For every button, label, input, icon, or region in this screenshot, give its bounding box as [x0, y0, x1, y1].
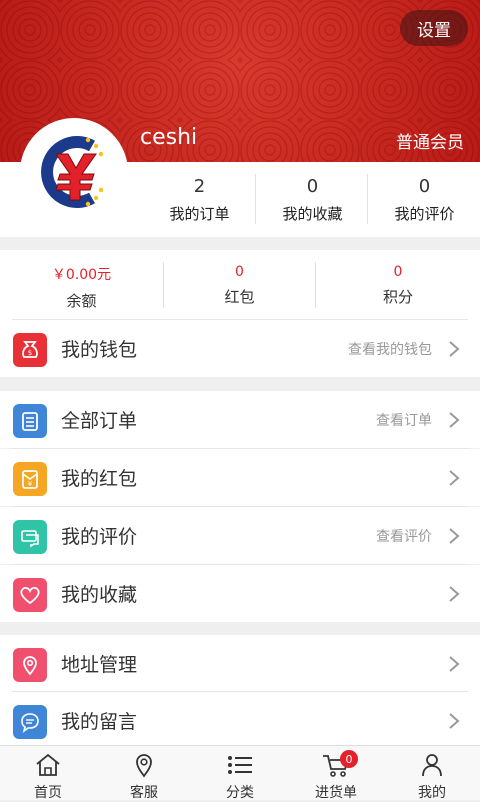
divider	[12, 564, 468, 565]
menu-row-all-orders-title: 全部订单	[61, 410, 138, 432]
divider	[12, 448, 468, 449]
menu-row-wallet-hint: 查看我的钱包	[348, 342, 432, 358]
euro-yuan-logo-icon	[28, 126, 120, 218]
chevron-right-icon	[449, 341, 460, 357]
settings-button[interactable]: 设置	[400, 10, 468, 46]
order-list-icon	[13, 404, 47, 438]
nav-category[interactable]: 分类	[192, 746, 288, 801]
chevron-right-icon	[449, 528, 460, 544]
stat-favorites[interactable]: 0 我的收藏	[256, 162, 369, 237]
cart-badge: 0	[340, 750, 358, 768]
balance-label: 余额	[66, 292, 97, 310]
red-packet-icon: ¥	[13, 462, 47, 496]
chevron-right-icon	[449, 470, 460, 486]
nav-service[interactable]: 客服	[96, 746, 192, 801]
avatar[interactable]	[20, 118, 128, 226]
message-icon	[13, 705, 47, 739]
chevron-right-icon	[449, 713, 460, 729]
stat-orders-count: 2	[193, 176, 206, 197]
stat-favorites-label: 我的收藏	[282, 205, 343, 223]
menu-row-all-orders-hint: 查看订单	[376, 413, 432, 429]
redpacket-label: 红包	[224, 288, 255, 306]
stat-reviews[interactable]: 0 我的评价	[368, 162, 480, 237]
menu-row-reviews-hint: 查看评价	[376, 529, 432, 545]
chevron-right-icon	[449, 586, 460, 602]
svg-text:$: $	[28, 349, 32, 357]
menu-row-red-packets-title: 我的红包	[61, 468, 138, 490]
location-pin-icon	[136, 754, 152, 778]
divider	[12, 691, 468, 692]
redpacket-stat[interactable]: 0 红包	[164, 250, 315, 320]
member-level-badge: 普通会员	[396, 133, 464, 153]
balance-stat[interactable]: ￥0.00元 余额	[0, 250, 163, 320]
username: ceshi	[140, 125, 198, 150]
menu-row-favorites[interactable]: 我的收藏	[0, 565, 480, 622]
stat-orders-label: 我的订单	[169, 205, 230, 223]
menu-row-messages[interactable]: 我的留言	[0, 692, 480, 749]
menu-row-red-packets[interactable]: ¥ 我的红包	[0, 449, 480, 506]
nav-service-label: 客服	[130, 785, 158, 801]
divider	[12, 506, 468, 507]
menu-row-messages-title: 我的留言	[61, 711, 138, 733]
points-label: 积分	[382, 288, 413, 306]
home-icon	[36, 753, 60, 776]
nav-cart-label: 进货单	[315, 785, 357, 801]
location-icon	[13, 648, 47, 682]
menu-row-all-orders[interactable]: 全部订单 查看订单	[0, 391, 480, 448]
stat-reviews-count: 0	[418, 176, 431, 197]
user-icon	[422, 754, 442, 777]
stat-favorites-count: 0	[306, 176, 319, 197]
menu-row-address-title: 地址管理	[61, 654, 138, 676]
svg-text:¥: ¥	[28, 480, 33, 488]
chevron-right-icon	[449, 656, 460, 672]
nav-mine[interactable]: 我的	[384, 746, 480, 801]
nav-home-label: 首页	[34, 785, 62, 801]
redpacket-value: 0	[235, 264, 244, 280]
nav-home[interactable]: 首页	[0, 746, 96, 801]
stat-orders[interactable]: 2 我的订单	[143, 162, 256, 237]
nav-category-label: 分类	[226, 785, 254, 801]
wallet-icon: $	[13, 333, 47, 367]
list-icon	[228, 756, 252, 774]
nav-cart[interactable]: 0 进货单	[288, 746, 384, 801]
points-stat[interactable]: 0 积分	[316, 250, 480, 320]
stat-reviews-label: 我的评价	[394, 205, 455, 223]
menu-row-reviews[interactable]: 我的评价 查看评价	[0, 507, 480, 564]
menu-row-favorites-title: 我的收藏	[61, 584, 138, 606]
menu-row-wallet-title: 我的钱包	[61, 339, 138, 361]
nav-mine-label: 我的	[418, 785, 446, 801]
balance-value: ￥0.00元	[51, 267, 112, 283]
menu-row-wallet[interactable]: $ 我的钱包 查看我的钱包	[0, 320, 480, 377]
menu-row-address[interactable]: 地址管理	[0, 635, 480, 692]
chevron-right-icon	[449, 412, 460, 428]
heart-icon	[13, 578, 47, 612]
comment-icon	[13, 520, 47, 554]
menu-row-reviews-title: 我的评价	[61, 526, 138, 548]
bottom-nav: 首页 客服 分类 0 进货单 我的	[0, 745, 480, 801]
points-value: 0	[393, 264, 403, 280]
